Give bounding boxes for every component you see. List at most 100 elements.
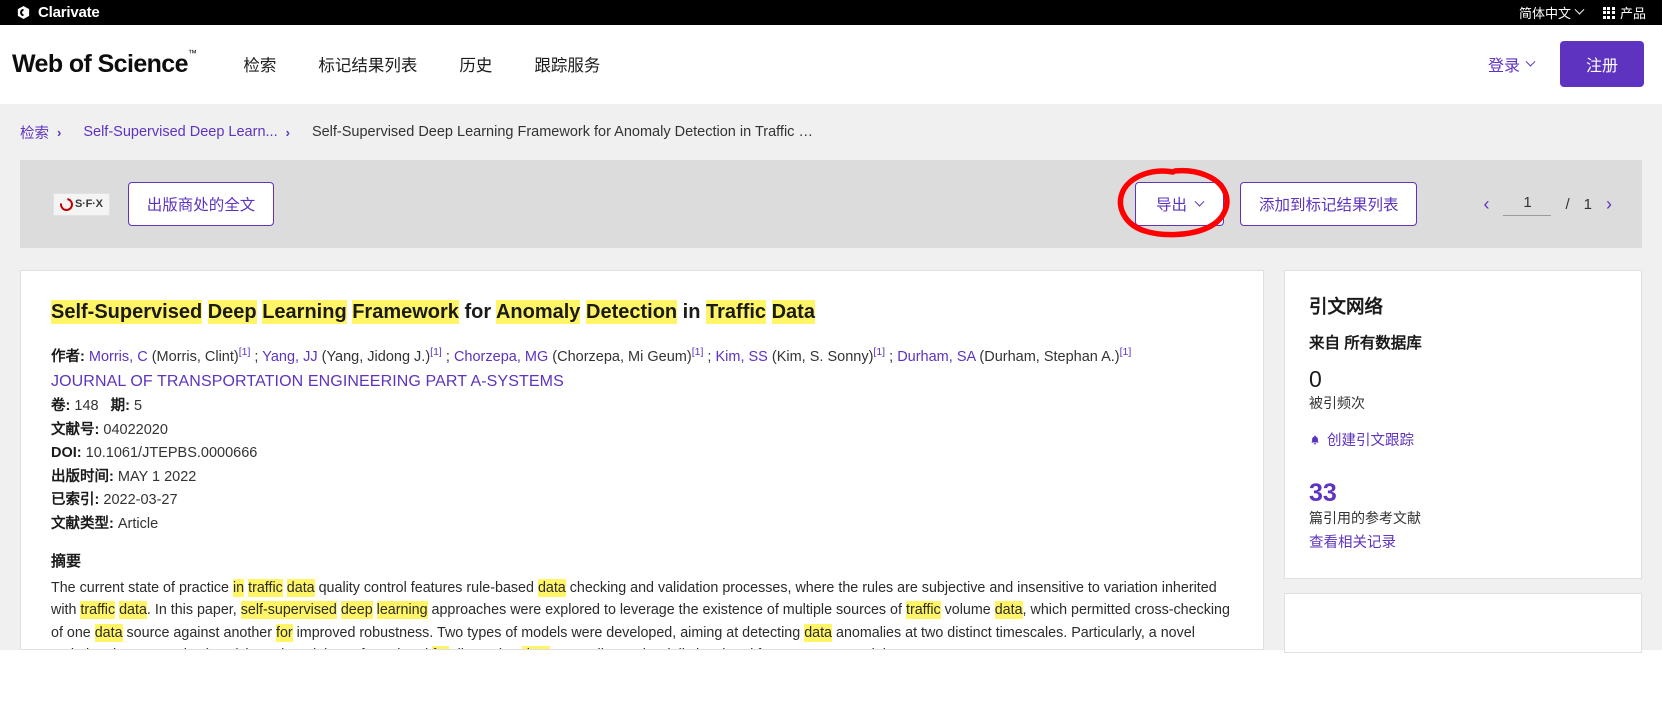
text-run: source against another	[122, 624, 276, 641]
breadcrumb-separator-icon: ›	[285, 124, 290, 140]
volume-issue-line: 卷: 148 期: 5	[51, 395, 1233, 418]
highlighted-term: Learning	[262, 300, 347, 324]
highlighted-term: data	[804, 623, 833, 642]
document-type-label: 文献类型:	[51, 515, 114, 532]
sfx-ring-icon	[57, 194, 76, 214]
author-full-name: (Morris, Clint)	[147, 348, 239, 365]
indexed-date-label: 已索引:	[51, 492, 100, 509]
author-link[interactable]: Chorzepa, MG	[454, 349, 548, 365]
text-run: anomalies at the daily level and four re…	[550, 647, 957, 649]
authors-label: 作者:	[51, 348, 85, 365]
author-full-name: (Yang, Jidong J.)	[317, 348, 431, 365]
sign-in-label: 登录	[1487, 58, 1520, 75]
clarivate-logo[interactable]: Clarivate	[16, 4, 100, 21]
author-full-name: (Kim, S. Sonny)	[767, 348, 874, 365]
indexed-date-line: 已索引: 2022-03-27	[51, 489, 1233, 512]
sign-in-button[interactable]: 登录	[1487, 52, 1536, 76]
author-affiliation-ref[interactable]: [1]	[430, 346, 442, 358]
register-button[interactable]: 注册	[1559, 41, 1644, 87]
page-number-input[interactable]	[1503, 192, 1552, 216]
author-separator: ;	[441, 348, 454, 365]
add-to-marked-list-button[interactable]: 添加到标记结果列表	[1239, 182, 1418, 226]
highlighted-term: traffic	[248, 579, 283, 598]
text-run: discerning	[449, 647, 522, 649]
chevron-down-icon	[1574, 4, 1585, 15]
cited-references-count[interactable]: 33	[1309, 480, 1617, 507]
journal-title[interactable]: JOURNAL OF TRANSPORTATION ENGINEERING PA…	[51, 373, 1233, 391]
chevron-down-icon	[1525, 56, 1536, 67]
highlighted-term: Framework	[352, 300, 459, 324]
highlighted-term: traffic	[80, 601, 116, 620]
highlighted-term: deep	[340, 601, 373, 620]
page-separator: /	[1565, 195, 1570, 213]
author-affiliation-ref[interactable]: [1]	[873, 346, 885, 358]
author-full-name: (Chorzepa, Mi Geum)	[548, 348, 692, 365]
sfx-logo-icon[interactable]: S·F·X	[53, 192, 110, 216]
breadcrumb-item-search[interactable]: 检索	[20, 122, 49, 143]
breadcrumb-item-results[interactable]: Self-Supervised Deep Learn...	[83, 124, 277, 140]
highlighted-term: data	[522, 645, 550, 649]
author-link[interactable]: Yang, JJ	[262, 349, 317, 365]
see-related-records-link[interactable]: 查看相关记录	[1309, 531, 1617, 552]
trademark-symbol: ™	[187, 48, 197, 59]
export-button[interactable]: 导出	[1134, 182, 1224, 226]
highlighted-term: learning	[376, 601, 428, 620]
text-run: quality control features rule-based	[314, 580, 538, 597]
wos-header: Web of Science™ 检索 标记结果列表 历史 跟踪服务 登录 注册	[0, 25, 1662, 104]
chevron-down-icon	[1194, 196, 1205, 207]
products-menu[interactable]: 产品	[1602, 3, 1646, 22]
author-affiliation-ref[interactable]: [1]	[692, 346, 704, 358]
nav-item-alerts[interactable]: 跟踪服务	[513, 44, 621, 84]
highlighted-term: for	[432, 645, 449, 649]
clarivate-brand-text: Clarivate	[38, 4, 100, 21]
text-run: The current state of practice	[51, 580, 233, 597]
text-run: approaches were explored to leverage the…	[427, 602, 906, 619]
author-separator: ;	[885, 348, 898, 365]
record-action-toolbar: S·F·X 出版商处的全文 导出 添加到标记结果列表 ‹ / 1 ›	[20, 160, 1642, 248]
nav-item-marked-list[interactable]: 标记结果列表	[297, 44, 438, 84]
author-separator: ;	[703, 348, 716, 365]
clarivate-bar-right-group: 简体中文 产品	[1519, 3, 1646, 22]
document-type-value: Article	[117, 515, 159, 532]
issue-label: 期:	[110, 398, 131, 415]
create-citation-alert-link[interactable]: 创建引文跟踪	[1309, 429, 1617, 450]
author-affiliation-ref[interactable]: [1]	[1120, 346, 1132, 358]
indexed-date-value: 2022-03-27	[103, 492, 178, 509]
bell-icon	[1309, 434, 1320, 445]
full-text-at-publisher-button[interactable]: 出版商处的全文	[127, 182, 275, 226]
volume-value: 148	[74, 398, 99, 415]
text-run: improved robustness. Two types of models…	[292, 624, 805, 641]
highlighted-term: Deep	[207, 300, 257, 324]
highlighted-term: data	[94, 623, 123, 642]
breadcrumb-item-current: Self-Supervised Deep Learning Framework …	[311, 124, 813, 140]
highlighted-term: Traffic	[706, 300, 767, 324]
doi-value: 10.1061/JTEPBS.0000666	[85, 445, 258, 462]
article-number-label: 文献号:	[51, 421, 100, 438]
cited-references-label: 篇引用的参考文献	[1309, 510, 1421, 527]
author-link[interactable]: Morris, C	[89, 349, 148, 365]
nav-item-search[interactable]: 检索	[222, 44, 297, 84]
chevron-right-icon[interactable]: ›	[1606, 195, 1612, 213]
toolbar-right-group: 导出 添加到标记结果列表 ‹ / 1 ›	[1117, 167, 1612, 238]
highlighted-term: data	[994, 601, 1023, 620]
language-selector[interactable]: 简体中文	[1519, 3, 1585, 22]
breadcrumb-separator-icon: ›	[57, 124, 62, 140]
pagination: ‹ / 1 ›	[1483, 192, 1612, 216]
author-link[interactable]: Kim, SS	[715, 349, 767, 365]
nav-item-history[interactable]: 历史	[438, 44, 513, 84]
text-run: . In this paper,	[146, 602, 241, 619]
abstract-text: The current state of practice in traffic…	[51, 577, 1233, 649]
article-number-value: 04022020	[103, 421, 168, 438]
highlighted-term: Data	[771, 300, 815, 324]
highlighted-term: Anomaly	[495, 300, 581, 324]
author-link[interactable]: Durham, SA	[897, 349, 975, 365]
text-run: for	[458, 301, 496, 323]
clarivate-logo-mark	[16, 5, 31, 20]
wos-logo[interactable]: Web of Science™	[12, 48, 206, 79]
chevron-left-icon[interactable]: ‹	[1483, 195, 1489, 213]
author-affiliation-ref[interactable]: [1]	[239, 346, 251, 358]
times-cited-count: 0	[1309, 366, 1322, 392]
highlighted-term: in	[232, 579, 245, 598]
article-number-line: 文献号: 04022020	[51, 419, 1233, 442]
volume-label: 卷:	[51, 398, 71, 415]
